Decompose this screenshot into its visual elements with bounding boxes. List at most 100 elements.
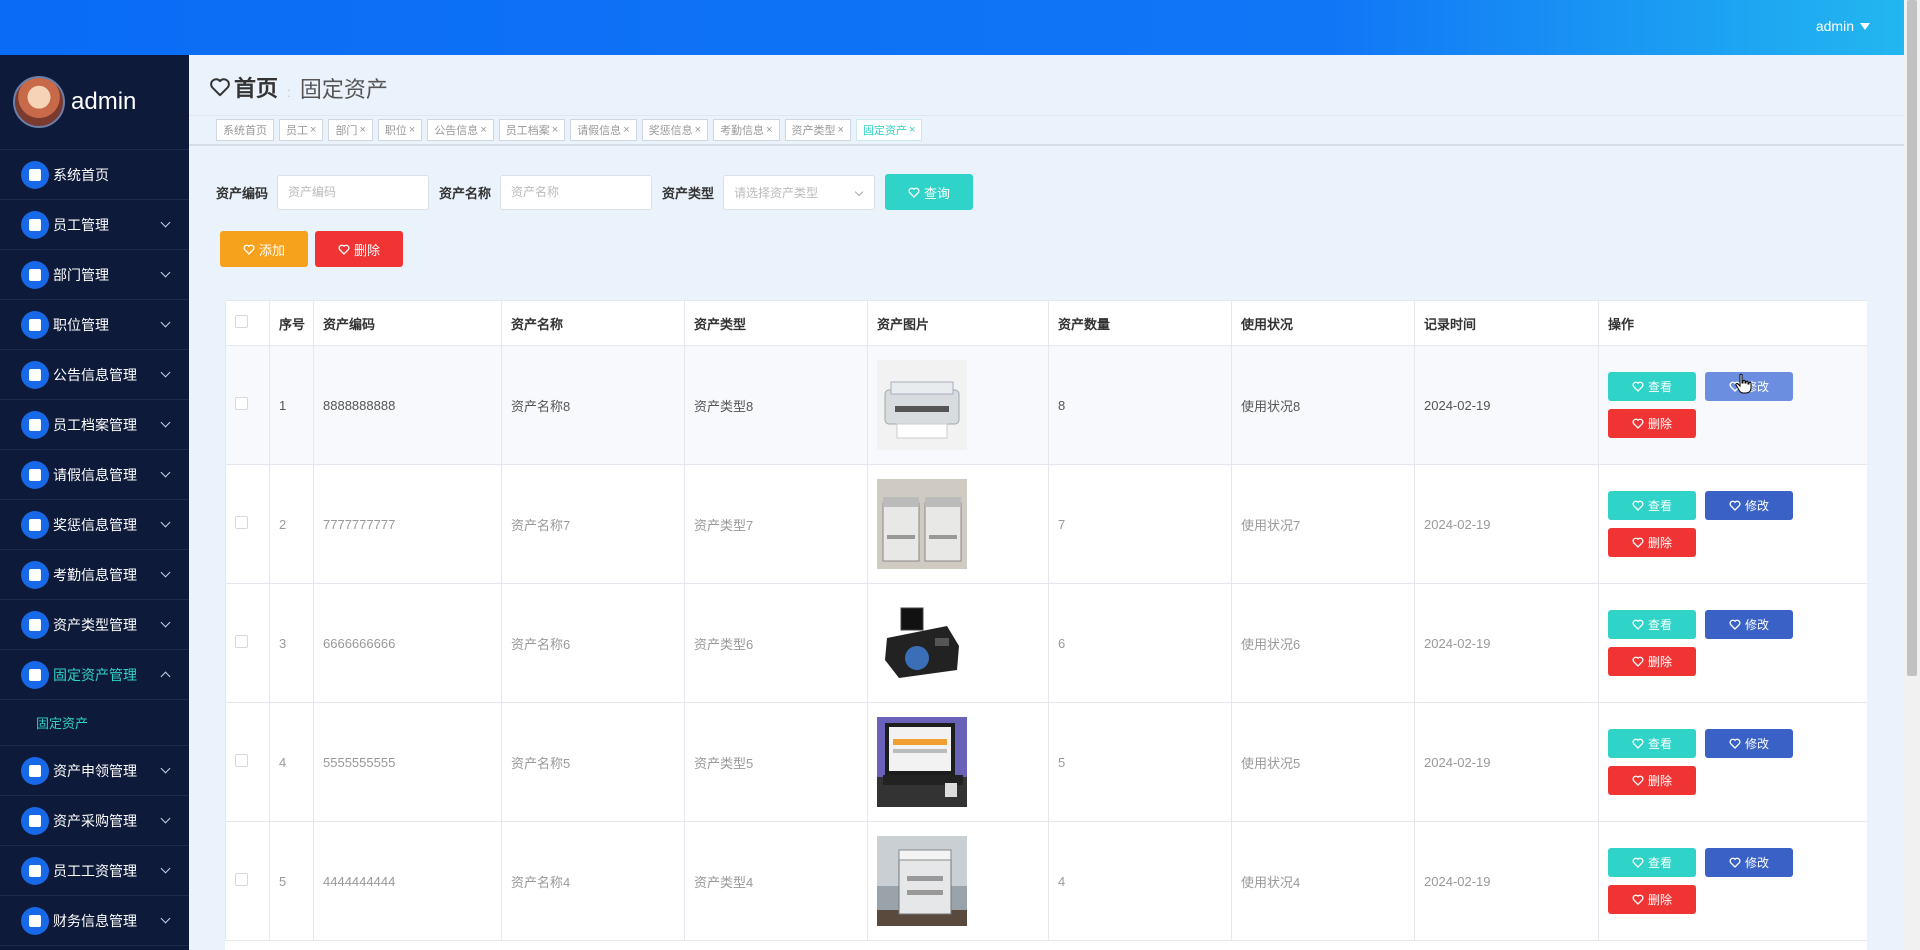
table-row[interactable]: 3 6666666666 资产名称6 资产类型6 6 使用状况6 2024-02-19 查看 修…: [225, 583, 1867, 703]
edit-button[interactable]: 修改: [1705, 610, 1793, 639]
tag-item[interactable]: 职位 ×: [377, 119, 423, 141]
view-button[interactable]: 查看: [1608, 372, 1696, 401]
sidebar-item[interactable]: 奖惩信息管理: [0, 500, 189, 550]
close-icon[interactable]: ×: [409, 124, 415, 136]
tag-item[interactable]: 请假信息 ×: [570, 119, 637, 141]
tag-item[interactable]: 考勤信息 ×: [713, 119, 780, 141]
remove-button[interactable]: 删除: [1608, 409, 1696, 438]
tag-label: 系统首页: [223, 125, 267, 137]
tag-item[interactable]: 奖惩信息 ×: [641, 119, 709, 141]
sidebar-item-label: 系统首页: [53, 166, 109, 183]
name-input[interactable]: [500, 174, 653, 210]
heart-icon: [338, 244, 350, 255]
sidebar-item[interactable]: 员工档案管理: [0, 400, 189, 450]
sidebar: admin 系统首页员工管理 部门管理 职位管理 公告信息管理 员工档案管理 请假信息管理…: [0, 55, 189, 950]
search-bar: 资产编码 资产名称 资产类型 请选择资产类型 查询: [216, 174, 974, 210]
sidebar-item[interactable]: 资产类型管理: [0, 600, 189, 650]
asset-image[interactable]: [877, 360, 967, 450]
close-icon[interactable]: ×: [838, 124, 844, 136]
profile: admin: [0, 55, 189, 150]
asset-image[interactable]: [877, 598, 967, 688]
close-icon[interactable]: ×: [909, 124, 915, 136]
cell-type: 资产类型4: [684, 821, 868, 941]
cell-image: [867, 583, 1049, 703]
tag-item[interactable]: 系统首页: [216, 119, 274, 141]
sidebar-item[interactable]: 部门管理: [0, 250, 189, 300]
remove-button[interactable]: 删除: [1608, 647, 1696, 676]
sidebar-item[interactable]: 资产采购管理: [0, 796, 189, 846]
select-cell: [225, 464, 270, 584]
view-button[interactable]: 查看: [1608, 491, 1696, 520]
select-all-checkbox[interactable]: [235, 315, 248, 328]
row-checkbox[interactable]: [235, 397, 248, 410]
tag-item[interactable]: 员工 ×: [279, 119, 324, 141]
close-icon[interactable]: ×: [310, 124, 316, 136]
avatar: [13, 76, 65, 128]
sidebar-subitem[interactable]: 固定资产: [0, 700, 189, 746]
table-row[interactable]: 2 7777777777 资产名称7 资产类型7 7 使用状况7 2024-02-19 查看 修…: [225, 464, 1867, 584]
edit-button[interactable]: 修改: [1705, 848, 1793, 877]
close-icon[interactable]: ×: [695, 124, 701, 136]
query-button[interactable]: 查询: [885, 174, 974, 210]
remove-button[interactable]: 删除: [1608, 766, 1696, 795]
table-row[interactable]: 5 4444444444 资产名称4 资产类型4 4 使用状况4 2024-02-19 查看 修…: [225, 821, 1867, 941]
add-button[interactable]: 添加: [220, 231, 308, 267]
sidebar-item[interactable]: 财务信息管理: [0, 896, 189, 946]
tag-item[interactable]: 固定资产 ×: [855, 119, 923, 141]
remove-button[interactable]: 删除: [1608, 885, 1696, 914]
sidebar-item[interactable]: 员工工资管理: [0, 846, 189, 896]
tag-item[interactable]: 资产类型 ×: [784, 119, 851, 141]
user-menu[interactable]: admin: [1816, 18, 1870, 34]
row-checkbox[interactable]: [235, 873, 248, 886]
tag-item[interactable]: 员工档案 ×: [498, 119, 566, 141]
tag-item[interactable]: 部门 ×: [328, 119, 373, 141]
cell-type: 资产类型8: [684, 345, 868, 465]
tag-label: 固定资产: [862, 125, 907, 137]
close-icon[interactable]: ×: [480, 124, 486, 136]
close-icon[interactable]: ×: [552, 124, 558, 136]
view-button[interactable]: 查看: [1608, 848, 1696, 877]
edit-button[interactable]: 修改: [1705, 729, 1793, 758]
asset-image[interactable]: [877, 836, 967, 926]
sidebar-item[interactable]: 员工管理: [0, 200, 189, 250]
remove-button-label: 删除: [1647, 774, 1672, 788]
breadcrumb-home[interactable]: 首页: [209, 71, 278, 103]
sidebar-item[interactable]: 考勤信息管理: [0, 550, 189, 600]
table-row[interactable]: 4 5555555555 资产名称5 资产类型5 5 使用状况5 2024-02-19 查看 修…: [225, 702, 1867, 822]
sidebar-item[interactable]: 请假信息管理: [0, 450, 189, 500]
view-button[interactable]: 查看: [1608, 729, 1696, 758]
hand-cursor-icon: [1735, 373, 1752, 394]
asset-image[interactable]: [877, 717, 967, 807]
close-icon[interactable]: ×: [766, 124, 772, 136]
sidebar-item[interactable]: 资产申领管理: [0, 746, 189, 796]
sidebar-item[interactable]: 系统首页: [0, 150, 189, 200]
type-select[interactable]: 请选择资产类型: [723, 174, 876, 210]
sidebar-item[interactable]: 职位管理: [0, 300, 189, 350]
code-input[interactable]: [277, 174, 430, 210]
chevron-down-icon: [160, 467, 171, 478]
row-checkbox[interactable]: [235, 754, 248, 767]
edit-button-label: 修改: [1744, 856, 1769, 870]
row-checkbox[interactable]: [235, 635, 248, 648]
cell-time: 2024-02-19: [1414, 821, 1599, 941]
row-checkbox[interactable]: [235, 516, 248, 529]
remove-button[interactable]: 删除: [1608, 528, 1696, 557]
sidebar-item[interactable]: 公告信息管理: [0, 350, 189, 400]
select-cell: [225, 702, 270, 822]
tag-item[interactable]: 公告信息 ×: [427, 119, 494, 141]
sidebar-item-label: 资产申领管理: [53, 762, 137, 779]
scrollbar-thumb[interactable]: [1907, 0, 1917, 676]
edit-button[interactable]: 修改: [1705, 491, 1793, 520]
asset-image[interactable]: [877, 479, 967, 569]
close-icon[interactable]: ×: [359, 124, 365, 136]
heart-icon: [1632, 537, 1644, 548]
sidebar-item[interactable]: 固定资产管理: [0, 650, 189, 700]
view-button[interactable]: 查看: [1608, 610, 1696, 639]
page-scrollbar[interactable]: [1904, 0, 1920, 950]
asset-table: 序号 资产编码 资产名称 资产类型 资产图片 资产数量 使用状况 记录时间 操作…: [225, 300, 1867, 950]
column-header: 资产图片: [867, 300, 1049, 346]
table-row[interactable]: 1 8888888888 资产名称8 资产类型8 8 使用状况8 2024-02-19 查看修…: [225, 345, 1867, 465]
close-icon[interactable]: ×: [623, 124, 629, 136]
delete-button[interactable]: 删除: [315, 231, 403, 267]
query-button-label: 查询: [924, 185, 951, 201]
